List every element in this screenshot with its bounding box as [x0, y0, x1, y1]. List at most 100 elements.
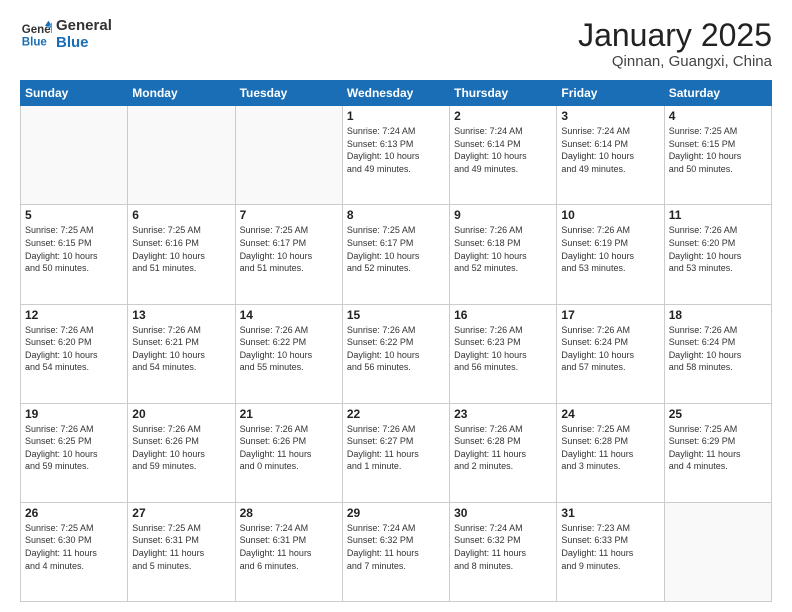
calendar-cell: 18 Sunrise: 7:26 AM Sunset: 6:24 PM Dayli… — [664, 304, 771, 403]
calendar-cell: 31 Sunrise: 7:23 AM Sunset: 6:33 PM Dayli… — [557, 502, 664, 601]
day-info: Sunrise: 7:24 AM Sunset: 6:13 PM Dayligh… — [347, 125, 445, 175]
logo-blue-text: Blue — [56, 35, 112, 52]
day-info: Sunrise: 7:25 AM Sunset: 6:17 PM Dayligh… — [347, 224, 445, 274]
day-info: Sunrise: 7:23 AM Sunset: 6:33 PM Dayligh… — [561, 522, 659, 572]
day-number: 21 — [240, 407, 338, 421]
logo-icon: General Blue — [20, 19, 52, 51]
day-number: 28 — [240, 506, 338, 520]
day-info: Sunrise: 7:26 AM Sunset: 6:20 PM Dayligh… — [25, 324, 123, 374]
weekday-header-tuesday: Tuesday — [235, 81, 342, 106]
day-number: 8 — [347, 208, 445, 222]
calendar-cell: 22 Sunrise: 7:26 AM Sunset: 6:27 PM Dayli… — [342, 403, 449, 502]
calendar-cell: 15Sunrise: 7:26 AM Sunset: 6:22 PM Dayli… — [342, 304, 449, 403]
day-info: Sunrise: 7:24 AM Sunset: 6:14 PM Dayligh… — [454, 125, 552, 175]
svg-text:Blue: Blue — [22, 36, 48, 48]
calendar-cell: 17 Sunrise: 7:26 AM Sunset: 6:24 PM Dayli… — [557, 304, 664, 403]
calendar-cell: 24Sunrise: 7:25 AM Sunset: 6:28 PM Dayli… — [557, 403, 664, 502]
page: General Blue General Blue January 2025 Q… — [0, 0, 792, 612]
day-number: 31 — [561, 506, 659, 520]
calendar-cell — [21, 106, 128, 205]
weekday-header-sunday: Sunday — [21, 81, 128, 106]
day-info: Sunrise: 7:25 AM Sunset: 6:31 PM Dayligh… — [132, 522, 230, 572]
calendar-cell: 10Sunrise: 7:26 AM Sunset: 6:19 PM Dayli… — [557, 205, 664, 304]
day-number: 20 — [132, 407, 230, 421]
calendar-cell: 5 Sunrise: 7:25 AM Sunset: 6:15 PM Daylig… — [21, 205, 128, 304]
day-info: Sunrise: 7:26 AM Sunset: 6:19 PM Dayligh… — [561, 224, 659, 274]
calendar-cell: 21 Sunrise: 7:26 AM Sunset: 6:26 PM Dayli… — [235, 403, 342, 502]
day-info: Sunrise: 7:26 AM Sunset: 6:21 PM Dayligh… — [132, 324, 230, 374]
calendar-cell: 28 Sunrise: 7:24 AM Sunset: 6:31 PM Dayli… — [235, 502, 342, 601]
calendar-cell: 1 Sunrise: 7:24 AM Sunset: 6:13 PM Daylig… — [342, 106, 449, 205]
day-number: 15 — [347, 308, 445, 322]
day-number: 27 — [132, 506, 230, 520]
day-info: Sunrise: 7:25 AM Sunset: 6:17 PM Dayligh… — [240, 224, 338, 274]
calendar-cell: 14 Sunrise: 7:26 AM Sunset: 6:22 PM Dayli… — [235, 304, 342, 403]
week-row-2: 5 Sunrise: 7:25 AM Sunset: 6:15 PM Daylig… — [21, 205, 772, 304]
day-number: 12 — [25, 308, 123, 322]
day-number: 29 — [347, 506, 445, 520]
weekday-header-monday: Monday — [128, 81, 235, 106]
day-number: 5 — [25, 208, 123, 222]
day-info: Sunrise: 7:26 AM Sunset: 6:18 PM Dayligh… — [454, 224, 552, 274]
day-number: 26 — [25, 506, 123, 520]
weekday-header-wednesday: Wednesday — [342, 81, 449, 106]
calendar-cell: 29 Sunrise: 7:24 AM Sunset: 6:32 PM Dayli… — [342, 502, 449, 601]
logo-general-text: General — [56, 18, 112, 35]
day-info: Sunrise: 7:26 AM Sunset: 6:22 PM Dayligh… — [240, 324, 338, 374]
day-number: 1 — [347, 109, 445, 123]
week-row-5: 26 Sunrise: 7:25 AM Sunset: 6:30 PM Dayli… — [21, 502, 772, 601]
calendar-cell: 11Sunrise: 7:26 AM Sunset: 6:20 PM Dayli… — [664, 205, 771, 304]
calendar-cell: 6 Sunrise: 7:25 AM Sunset: 6:16 PM Daylig… — [128, 205, 235, 304]
day-number: 7 — [240, 208, 338, 222]
day-number: 17 — [561, 308, 659, 322]
calendar-cell: 23Sunrise: 7:26 AM Sunset: 6:28 PM Dayli… — [450, 403, 557, 502]
day-info: Sunrise: 7:26 AM Sunset: 6:24 PM Dayligh… — [669, 324, 767, 374]
day-number: 18 — [669, 308, 767, 322]
day-info: Sunrise: 7:25 AM Sunset: 6:15 PM Dayligh… — [669, 125, 767, 175]
location: Qinnan, Guangxi, China — [578, 53, 772, 70]
day-info: Sunrise: 7:26 AM Sunset: 6:27 PM Dayligh… — [347, 423, 445, 473]
week-row-1: 1 Sunrise: 7:24 AM Sunset: 6:13 PM Daylig… — [21, 106, 772, 205]
calendar-cell: 3 Sunrise: 7:24 AM Sunset: 6:14 PM Daylig… — [557, 106, 664, 205]
day-info: Sunrise: 7:24 AM Sunset: 6:14 PM Dayligh… — [561, 125, 659, 175]
day-info: Sunrise: 7:25 AM Sunset: 6:30 PM Dayligh… — [25, 522, 123, 572]
day-info: Sunrise: 7:24 AM Sunset: 6:31 PM Dayligh… — [240, 522, 338, 572]
week-row-4: 19Sunrise: 7:26 AM Sunset: 6:25 PM Dayli… — [21, 403, 772, 502]
weekday-header-row: SundayMondayTuesdayWednesdayThursdayFrid… — [21, 81, 772, 106]
day-info: Sunrise: 7:24 AM Sunset: 6:32 PM Dayligh… — [454, 522, 552, 572]
day-info: Sunrise: 7:26 AM Sunset: 6:20 PM Dayligh… — [669, 224, 767, 274]
calendar-cell: 13Sunrise: 7:26 AM Sunset: 6:21 PM Dayli… — [128, 304, 235, 403]
day-info: Sunrise: 7:25 AM Sunset: 6:28 PM Dayligh… — [561, 423, 659, 473]
day-number: 23 — [454, 407, 552, 421]
day-info: Sunrise: 7:24 AM Sunset: 6:32 PM Dayligh… — [347, 522, 445, 572]
day-number: 25 — [669, 407, 767, 421]
calendar-cell: 4 Sunrise: 7:25 AM Sunset: 6:15 PM Daylig… — [664, 106, 771, 205]
day-number: 6 — [132, 208, 230, 222]
day-info: Sunrise: 7:26 AM Sunset: 6:25 PM Dayligh… — [25, 423, 123, 473]
calendar-cell: 20 Sunrise: 7:26 AM Sunset: 6:26 PM Dayli… — [128, 403, 235, 502]
day-number: 2 — [454, 109, 552, 123]
day-number: 22 — [347, 407, 445, 421]
month-title: January 2025 — [578, 18, 772, 53]
day-info: Sunrise: 7:25 AM Sunset: 6:29 PM Dayligh… — [669, 423, 767, 473]
day-info: Sunrise: 7:25 AM Sunset: 6:16 PM Dayligh… — [132, 224, 230, 274]
day-info: Sunrise: 7:25 AM Sunset: 6:15 PM Dayligh… — [25, 224, 123, 274]
day-info: Sunrise: 7:26 AM Sunset: 6:26 PM Dayligh… — [240, 423, 338, 473]
header: General Blue General Blue January 2025 Q… — [20, 18, 772, 70]
calendar-cell: 12 Sunrise: 7:26 AM Sunset: 6:20 PM Dayli… — [21, 304, 128, 403]
calendar-cell: 16Sunrise: 7:26 AM Sunset: 6:23 PM Dayli… — [450, 304, 557, 403]
day-number: 9 — [454, 208, 552, 222]
day-info: Sunrise: 7:26 AM Sunset: 6:24 PM Dayligh… — [561, 324, 659, 374]
calendar-cell: 26 Sunrise: 7:25 AM Sunset: 6:30 PM Dayli… — [21, 502, 128, 601]
day-number: 16 — [454, 308, 552, 322]
weekday-header-saturday: Saturday — [664, 81, 771, 106]
day-number: 3 — [561, 109, 659, 123]
calendar-cell — [128, 106, 235, 205]
day-number: 14 — [240, 308, 338, 322]
calendar-cell — [235, 106, 342, 205]
day-number: 30 — [454, 506, 552, 520]
weekday-header-friday: Friday — [557, 81, 664, 106]
day-number: 4 — [669, 109, 767, 123]
day-info: Sunrise: 7:26 AM Sunset: 6:26 PM Dayligh… — [132, 423, 230, 473]
calendar-cell: 19Sunrise: 7:26 AM Sunset: 6:25 PM Dayli… — [21, 403, 128, 502]
